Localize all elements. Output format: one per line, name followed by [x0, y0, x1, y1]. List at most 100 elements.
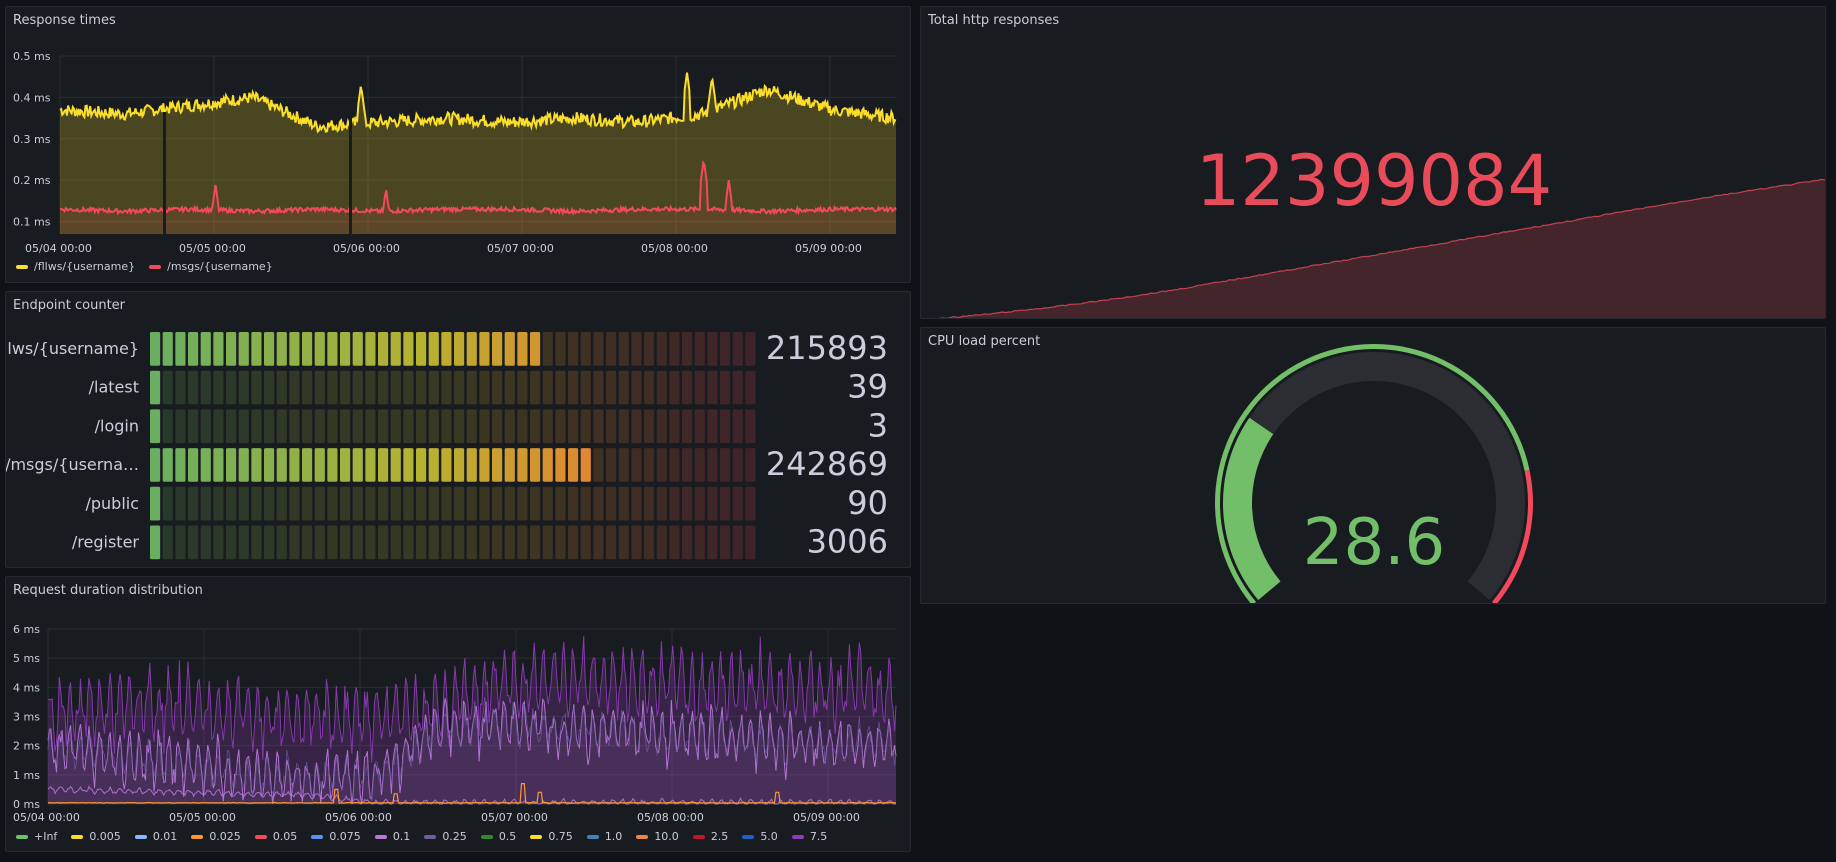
gauge-cell	[327, 448, 338, 482]
legend-item[interactable]: 0.025	[191, 830, 241, 843]
gauge-cell	[251, 525, 262, 560]
legend-item[interactable]: 5.0	[742, 830, 778, 843]
legend-item[interactable]: 0.05	[254, 830, 297, 843]
x-tick-label: 05/06 00:00	[325, 811, 392, 824]
gauge-cell	[517, 486, 528, 521]
cpu-panel[interactable]: CPU load percent 28.6	[920, 327, 1826, 604]
gauge-cell	[340, 332, 351, 366]
gauge-cell	[656, 486, 667, 521]
legend-swatch	[530, 834, 543, 839]
legend-item[interactable]: 7.5	[791, 830, 828, 843]
legend-item[interactable]: 10.0	[636, 830, 679, 843]
total-http-panel[interactable]: Total http responses 12399084	[920, 6, 1826, 319]
legend-label: +Inf	[34, 830, 58, 843]
gauge-cell	[656, 332, 667, 366]
gauge-cell	[644, 525, 655, 560]
legend-item[interactable]: +Inf	[16, 830, 57, 843]
legend-item[interactable]: 0.25	[424, 830, 467, 843]
x-tick-label: 05/05 00:00	[169, 811, 236, 824]
y-tick-label: 3 ms	[13, 711, 40, 724]
request-duration-chart[interactable]: 0 ms 1 ms 2 ms 3 ms 4 ms 5 ms 6 ms 05/04 00:00 0…	[6, 577, 911, 827]
gauge-cell	[251, 409, 262, 444]
gauge-cell	[213, 525, 224, 560]
gauge-cell	[327, 525, 338, 560]
gauge-cell	[251, 486, 262, 521]
gauge-cell	[314, 370, 325, 405]
gauge-cell	[276, 409, 287, 444]
gauge-cell	[378, 332, 389, 366]
y-tick-label: 0.3 ms	[13, 133, 51, 146]
gauge-cell	[352, 486, 363, 521]
gauge-cell	[555, 525, 566, 560]
gauge-cell	[580, 448, 591, 482]
gauge-cell	[162, 370, 173, 405]
gauge-cell	[340, 448, 351, 482]
gauge-cell	[517, 525, 528, 560]
total-http-value: 12399084	[1195, 140, 1553, 222]
legend-swatch	[424, 834, 437, 839]
gauge-cell	[555, 486, 566, 521]
gauge-cell	[238, 370, 249, 405]
gauge-cell	[314, 486, 325, 521]
legend-item[interactable]: 0.5	[480, 830, 516, 843]
legend-label: /fllws/{username}	[34, 260, 136, 273]
endpoint-counter-panel[interactable]: Endpoint counter /fllws/{username} 215893…	[5, 291, 911, 568]
legend-item[interactable]: 2.5	[692, 830, 729, 843]
legend-item[interactable]: /msgs/{username}	[149, 260, 273, 273]
gauge-cell	[378, 525, 389, 560]
gauge-cell	[542, 525, 553, 560]
gauge-cell	[352, 332, 363, 366]
gauge-cell	[428, 525, 439, 560]
legend-swatch	[191, 834, 204, 839]
legend-label: 7.5	[809, 830, 828, 843]
legend-item[interactable]: 1.0	[586, 830, 622, 843]
gauge-cell	[682, 370, 693, 405]
gauge-cell	[378, 448, 389, 482]
gauge-cell	[720, 486, 731, 521]
gauge-cell	[175, 370, 186, 405]
gauge-cell	[656, 448, 667, 482]
data-gap	[349, 112, 352, 236]
gauge-cell	[618, 448, 629, 482]
gauge-cell	[226, 370, 237, 405]
gauge-cell	[530, 370, 541, 405]
gauge-cell	[631, 370, 642, 405]
gauge-cell	[289, 332, 300, 366]
gauge-cell	[365, 370, 376, 405]
gauge-cell	[200, 448, 211, 482]
gauge-cell	[264, 332, 275, 366]
gauge-cell	[150, 370, 161, 405]
gauge-cell	[188, 409, 199, 444]
legend-label: 0.075	[329, 830, 361, 843]
gauge-cell	[378, 370, 389, 405]
endpoint-label: /login	[95, 416, 139, 435]
gauge-cell	[745, 525, 756, 560]
gauge-cell	[707, 370, 718, 405]
gauge-cell	[593, 332, 604, 366]
gauge-cell	[441, 409, 452, 444]
legend-item[interactable]: 0.005	[71, 830, 121, 843]
gauge-cell	[466, 370, 477, 405]
gauge-cell	[479, 525, 490, 560]
legend-item[interactable]: /fllws/{username}	[16, 260, 135, 273]
gauge-cell	[416, 525, 427, 560]
gauge-cell	[580, 332, 591, 366]
response-times-panel[interactable]: Response times 0.1 ms 0.2 ms 0.3 ms 0.4 ms 0…	[5, 6, 911, 283]
legend-item[interactable]: 0.075	[311, 830, 361, 843]
gauge-cell	[631, 409, 642, 444]
legend-label: 2.5	[710, 830, 729, 843]
gauge-cell	[682, 332, 693, 366]
gauge-cell	[504, 409, 515, 444]
legend-label: 0.75	[548, 830, 573, 843]
request-duration-panel[interactable]: Request duration distribution 0 ms 1 ms 2 …	[5, 576, 911, 852]
gauge-cell	[226, 486, 237, 521]
legend-item[interactable]: 0.01	[134, 830, 177, 843]
legend-item[interactable]: 0.75	[530, 830, 573, 843]
gauge-cell	[631, 525, 642, 560]
gauge-cell	[631, 448, 642, 482]
gauge-cell	[568, 448, 579, 482]
response-times-chart[interactable]: 0.1 ms 0.2 ms 0.3 ms 0.4 ms 0.5 ms 05/04 00:0…	[6, 7, 911, 257]
gauge-cell	[390, 486, 401, 521]
gauge-cell	[416, 332, 427, 366]
legend-item[interactable]: 0.1	[374, 830, 410, 843]
